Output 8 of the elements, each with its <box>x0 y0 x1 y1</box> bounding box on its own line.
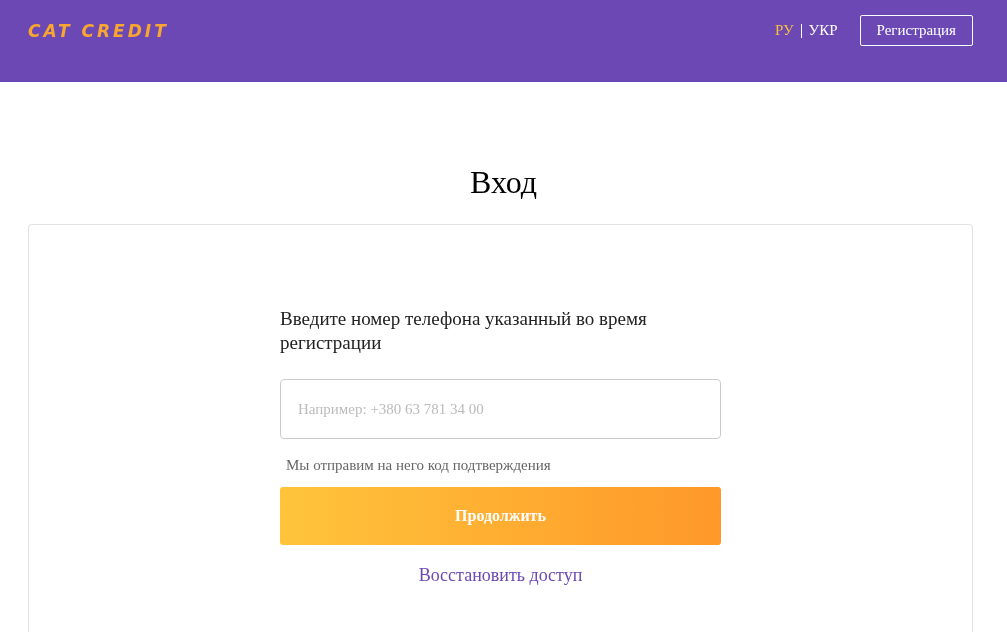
phone-input-field[interactable]: Например: +380 63 781 34 00 <box>280 379 721 439</box>
page-title: Вход <box>468 163 539 202</box>
phone-label: Введите номер телефона указанный во время регистрации <box>280 307 648 355</box>
restore-access-link[interactable]: Восстановить доступ <box>418 565 583 585</box>
hint-text: Мы отправим на него код подтверждения <box>286 456 552 475</box>
language-link[interactable]: РУ <box>774 22 794 39</box>
language-link[interactable]: УКР <box>808 22 838 39</box>
register-button[interactable]: Регистрация <box>859 15 973 46</box>
